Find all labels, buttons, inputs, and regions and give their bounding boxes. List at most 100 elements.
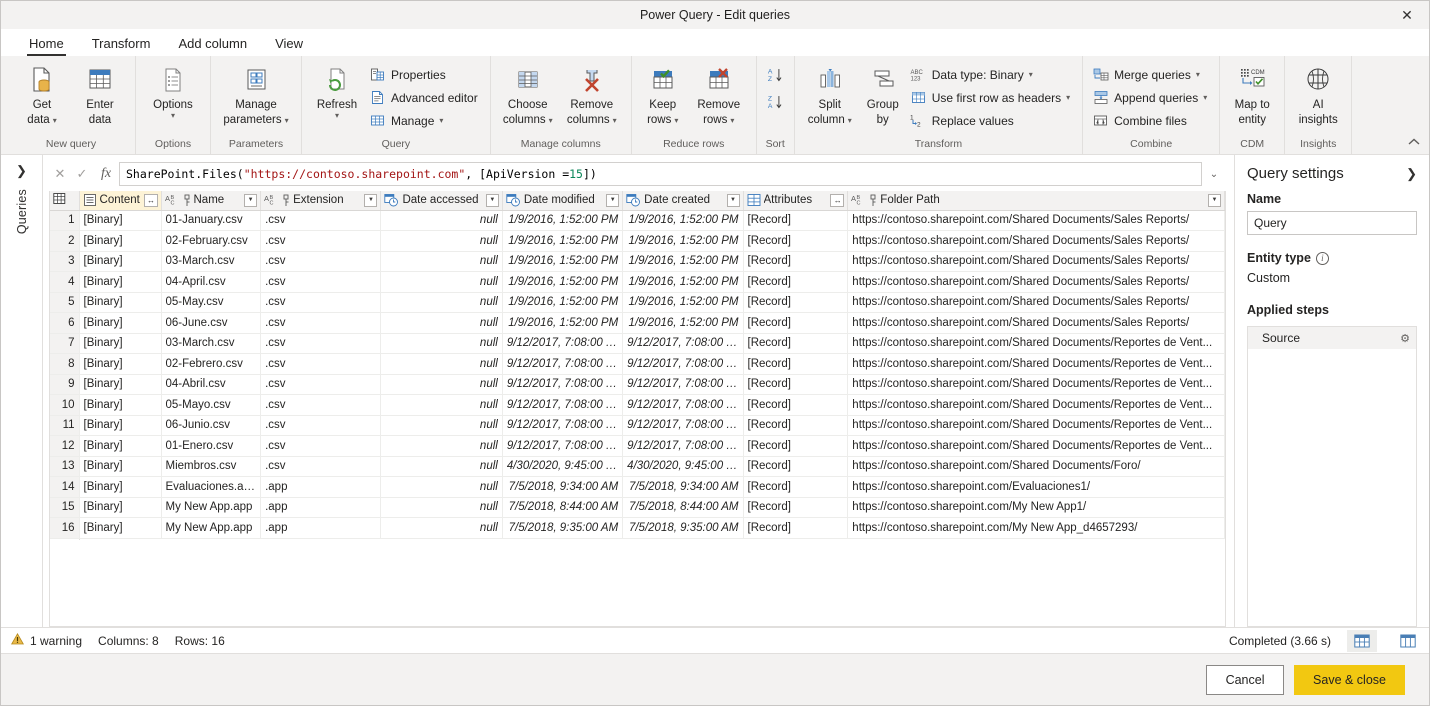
properties-button[interactable]: Properties: [366, 63, 484, 86]
cell-folder-path[interactable]: https://contoso.sharepoint.com/Shared Do…: [847, 271, 1225, 293]
cell-attributes[interactable]: [Record]: [743, 333, 849, 354]
table-row[interactable]: 2 [Binary] 02-February.csv .csv null 1/9/2016…: [50, 230, 1225, 252]
filter-dropdown-icon[interactable]: ▼: [485, 193, 499, 207]
column-header-attributes[interactable]: Attributes ↔: [743, 191, 849, 211]
cell-extension[interactable]: .csv: [260, 230, 382, 252]
cell-date-created[interactable]: 4/30/2020, 9:45:00 A...: [622, 456, 744, 477]
cell-folder-path[interactable]: https://contoso.sharepoint.com/Shared Do…: [847, 210, 1225, 231]
cell-content[interactable]: [Binary]: [79, 271, 162, 293]
cell-name[interactable]: My New App.app: [161, 517, 262, 539]
chevron-down-icon[interactable]: ▾: [335, 112, 339, 120]
cell-name[interactable]: 05-May.csv: [161, 292, 262, 313]
cell-folder-path[interactable]: https://contoso.sharepoint.com/Shared Do…: [847, 456, 1225, 477]
cell-content[interactable]: [Binary]: [79, 210, 162, 231]
row-number[interactable]: 14: [50, 476, 80, 498]
get-data-button[interactable]: Get data ▾: [13, 59, 71, 127]
cell-date-modified[interactable]: 1/9/2016, 1:52:00 PM: [502, 312, 624, 334]
cell-attributes[interactable]: [Record]: [743, 456, 849, 477]
cell-name[interactable]: 05-Mayo.csv: [161, 394, 262, 416]
cell-date-accessed[interactable]: null: [380, 251, 503, 272]
formula-cancel-icon[interactable]: ✕: [49, 163, 71, 185]
cell-date-modified[interactable]: 9/12/2017, 7:08:00 AM: [502, 353, 624, 375]
table-row[interactable]: 5 [Binary] 05-May.csv .csv null 1/9/2016, 1:5…: [50, 292, 1225, 313]
cell-date-accessed[interactable]: null: [380, 394, 503, 416]
cell-date-accessed[interactable]: null: [380, 476, 503, 498]
applied-step-source[interactable]: Source ⚙: [1248, 327, 1416, 349]
cancel-button[interactable]: Cancel: [1206, 664, 1285, 695]
save-and-close-button[interactable]: Save & close: [1294, 664, 1405, 695]
cell-date-created[interactable]: 9/12/2017, 7:08:00 A...: [622, 353, 744, 375]
row-number[interactable]: 5: [50, 292, 80, 313]
row-number[interactable]: 12: [50, 435, 80, 457]
table-row[interactable]: 12 [Binary] 01-Enero.csv .csv null 9/12/2017,…: [50, 435, 1225, 457]
cell-attributes[interactable]: [Record]: [743, 394, 849, 416]
table-row[interactable]: 9 [Binary] 04-Abril.csv .csv null 9/12/2017, …: [50, 374, 1225, 395]
cell-date-modified[interactable]: 9/12/2017, 7:08:00 AM: [502, 394, 624, 416]
cell-date-created[interactable]: 7/5/2018, 8:44:00 AM: [622, 497, 744, 518]
expand-column-icon[interactable]: ↔: [143, 193, 158, 207]
map-to-entity-button[interactable]: CDM Map to entity: [1226, 59, 1278, 127]
cell-attributes[interactable]: [Record]: [743, 435, 849, 457]
info-icon[interactable]: i: [1315, 251, 1329, 265]
cell-date-accessed[interactable]: null: [380, 210, 503, 231]
column-header-folder-path[interactable]: A B C Folder Path ▼: [847, 191, 1225, 211]
cell-date-modified[interactable]: 9/12/2017, 7:08:00 AM: [502, 374, 624, 395]
filter-dropdown-icon[interactable]: ▼: [606, 193, 620, 207]
cell-content[interactable]: [Binary]: [79, 456, 162, 477]
column-header-extension[interactable]: A B C Extension ▼: [260, 191, 382, 211]
cell-extension[interactable]: .csv: [260, 456, 382, 477]
cell-date-accessed[interactable]: null: [380, 333, 503, 354]
row-number[interactable]: 1: [50, 210, 80, 231]
cell-extension[interactable]: .csv: [260, 415, 382, 436]
cell-folder-path[interactable]: https://contoso.sharepoint.com/Shared Do…: [847, 292, 1225, 313]
table-row[interactable]: 4 [Binary] 04-April.csv .csv null 1/9/2016, 1…: [50, 271, 1225, 293]
cell-date-modified[interactable]: 1/9/2016, 1:52:00 PM: [502, 292, 624, 313]
cell-name[interactable]: 03-March.csv: [161, 333, 262, 354]
cell-date-created[interactable]: 1/9/2016, 1:52:00 PM: [622, 292, 744, 313]
enter-data-button[interactable]: Enter data: [71, 59, 129, 127]
cell-extension[interactable]: .app: [260, 497, 382, 518]
queries-pane-collapsed[interactable]: ❯ Queries: [1, 155, 43, 627]
filter-dropdown-icon[interactable]: ▼: [244, 193, 258, 207]
cell-date-modified[interactable]: 1/9/2016, 1:52:00 PM: [502, 210, 624, 231]
column-header-date-created[interactable]: Date created ▼: [622, 191, 744, 211]
cell-attributes[interactable]: [Record]: [743, 271, 849, 293]
cell-date-accessed[interactable]: null: [380, 312, 503, 334]
row-number[interactable]: 10: [50, 394, 80, 416]
chevron-down-icon[interactable]: ▾: [674, 116, 678, 125]
cell-attributes[interactable]: [Record]: [743, 292, 849, 313]
expand-column-icon[interactable]: ↔: [830, 193, 845, 207]
cell-date-modified[interactable]: 7/5/2018, 9:34:00 AM: [502, 476, 624, 498]
warning-status[interactable]: 1 warning: [11, 632, 82, 648]
table-row[interactable]: 13 [Binary] Miembros.csv .csv null 4/30/2020,…: [50, 456, 1225, 477]
sort-descending-button[interactable]: Z A: [763, 90, 788, 113]
cell-name[interactable]: 04-April.csv: [161, 271, 262, 293]
row-number[interactable]: 15: [50, 497, 80, 518]
cell-date-accessed[interactable]: null: [380, 435, 503, 457]
append-queries-button[interactable]: Append queries ▾: [1089, 86, 1213, 109]
row-number[interactable]: 7: [50, 333, 80, 354]
cell-attributes[interactable]: [Record]: [743, 353, 849, 375]
cell-content[interactable]: [Binary]: [79, 517, 162, 539]
cell-extension[interactable]: .csv: [260, 374, 382, 395]
cell-folder-path[interactable]: https://contoso.sharepoint.com/Shared Do…: [847, 312, 1225, 334]
chevron-down-icon[interactable]: ▾: [613, 116, 617, 125]
cell-content[interactable]: [Binary]: [79, 333, 162, 354]
cell-folder-path[interactable]: https://contoso.sharepoint.com/Shared Do…: [847, 353, 1225, 375]
cell-date-created[interactable]: 7/5/2018, 9:34:00 AM: [622, 476, 744, 498]
row-number[interactable]: 16: [50, 517, 80, 539]
table-row[interactable]: 1 [Binary] 01-January.csv .csv null 1/9/2016,…: [50, 210, 1225, 231]
column-header-content[interactable]: Content ↔: [79, 191, 162, 211]
data-type-button[interactable]: ABC 123 Data type: Binary ▾: [907, 63, 1076, 86]
gear-icon[interactable]: ⚙: [1400, 332, 1410, 345]
cell-extension[interactable]: .csv: [260, 353, 382, 375]
choose-columns-button[interactable]: Choose columns ▾: [497, 59, 559, 127]
cell-folder-path[interactable]: https://contoso.sharepoint.com/Shared Do…: [847, 435, 1225, 457]
cell-attributes[interactable]: [Record]: [743, 251, 849, 272]
chevron-down-icon[interactable]: ▾: [439, 116, 443, 125]
cell-attributes[interactable]: [Record]: [743, 497, 849, 518]
cell-content[interactable]: [Binary]: [79, 476, 162, 498]
cell-date-modified[interactable]: 9/12/2017, 7:08:00 AM: [502, 435, 624, 457]
chevron-down-icon[interactable]: ▾: [1203, 93, 1207, 102]
tab-view[interactable]: View: [261, 34, 317, 56]
